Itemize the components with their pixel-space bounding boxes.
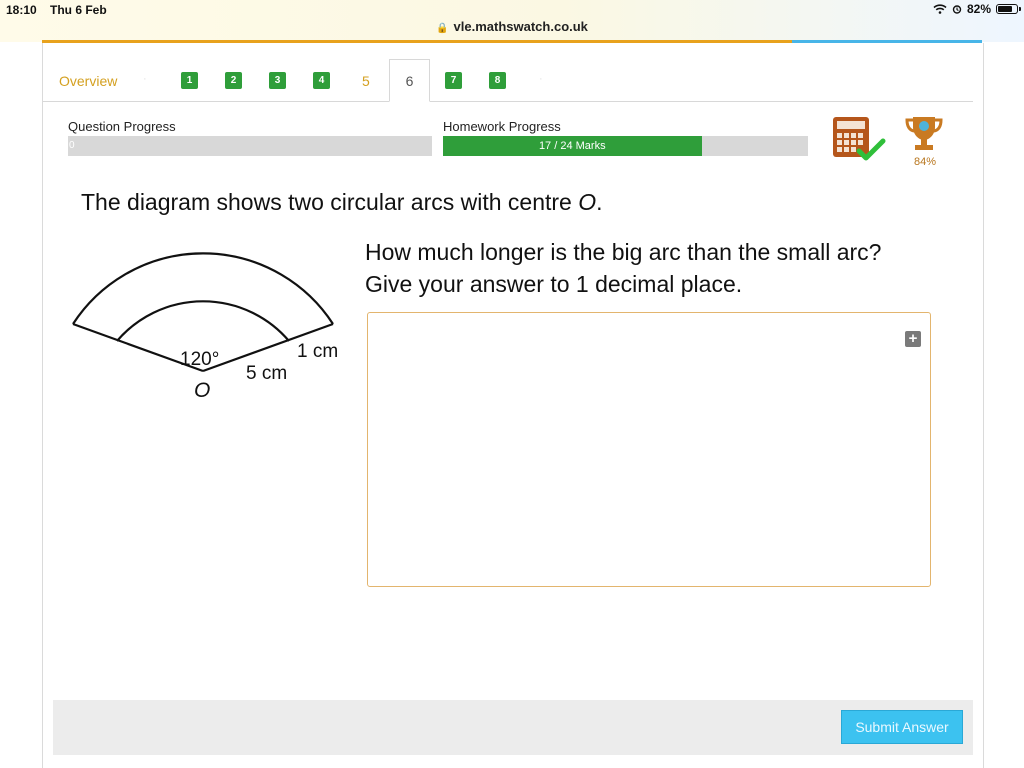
url-text: vle.mathswatch.co.uk (453, 19, 588, 34)
wifi-icon (933, 4, 947, 14)
question-progress-bar: 0 (68, 136, 432, 156)
homework-card: Overview · 1 2 3 4 5 6 7 8 · Question Pr… (42, 43, 984, 768)
question-line-2: Give your answer to 1 decimal place. (365, 271, 743, 297)
address-bar[interactable]: 🔒 vle.mathswatch.co.uk (0, 19, 1024, 34)
question-line-1: How much longer is the big arc than the … (365, 239, 882, 265)
question-progress-label: Question Progress (68, 119, 176, 134)
angle-label: 120° (180, 349, 219, 370)
question-text: How much longer is the big arc than the … (365, 236, 881, 300)
tab-question-7[interactable]: 7 (445, 72, 462, 89)
calculator-allowed-icon (833, 117, 886, 161)
question-intro: The diagram shows two circular arcs with… (81, 189, 603, 216)
question-intro-text: The diagram shows two circular arcs with… (81, 189, 579, 215)
battery-percent: 82% (966, 2, 991, 16)
homework-progress-bar: 17 / 24 Marks (443, 136, 808, 156)
lock-icon: 🔒 (436, 23, 449, 34)
homework-progress-fill: 17 / 24 Marks (443, 136, 702, 156)
trophy-icon (905, 117, 943, 150)
arcs-diagram: 120° 5 cm 1 cm O (72, 252, 338, 399)
tab-question-4[interactable]: 4 (313, 72, 330, 89)
add-icon[interactable]: + (905, 331, 921, 347)
answer-input[interactable] (367, 312, 931, 587)
status-indicators: 82% (933, 2, 1021, 16)
homework-progress-text: 17 / 24 Marks (538, 140, 606, 152)
inner-radius-label: 5 cm (246, 363, 287, 384)
tab-question-2[interactable]: 2 (225, 72, 242, 89)
tab-question-6[interactable]: 6 (389, 59, 430, 102)
question-progress-value: 0 (69, 140, 75, 151)
tab-question-5[interactable]: 5 (362, 73, 370, 89)
homework-progress-label: Homework Progress (443, 119, 561, 134)
question-intro-end: . (596, 189, 603, 215)
battery-icon (996, 4, 1021, 14)
tab-overview[interactable]: Overview (59, 73, 117, 89)
score-percent: 84% (913, 156, 937, 168)
tab-question-8[interactable]: 8 (489, 72, 506, 89)
tab-separator: · (539, 73, 543, 85)
question-intro-var: O (578, 189, 597, 215)
status-time: 18:10 (6, 3, 37, 17)
big-arc (72, 252, 334, 325)
status-date: Thu 6 Feb (50, 3, 107, 17)
battery-level (998, 6, 1012, 12)
question-tabs: Overview · 1 2 3 4 5 6 7 8 · (43, 59, 973, 102)
small-arc (116, 300, 290, 342)
tab-question-3[interactable]: 3 (269, 72, 286, 89)
alarm-icon (952, 5, 962, 14)
tab-separator: · (143, 73, 147, 85)
gap-label: 1 cm (297, 341, 338, 362)
centre-label: O (194, 379, 210, 399)
submit-answer-button[interactable]: Submit Answer (841, 710, 963, 744)
footer-bar: Submit Answer (53, 700, 973, 755)
tab-question-1[interactable]: 1 (181, 72, 198, 89)
ios-status-bar: 18:10 Thu 6 Feb 82% 🔒 vle.mathswatch.co.u… (0, 0, 1024, 42)
